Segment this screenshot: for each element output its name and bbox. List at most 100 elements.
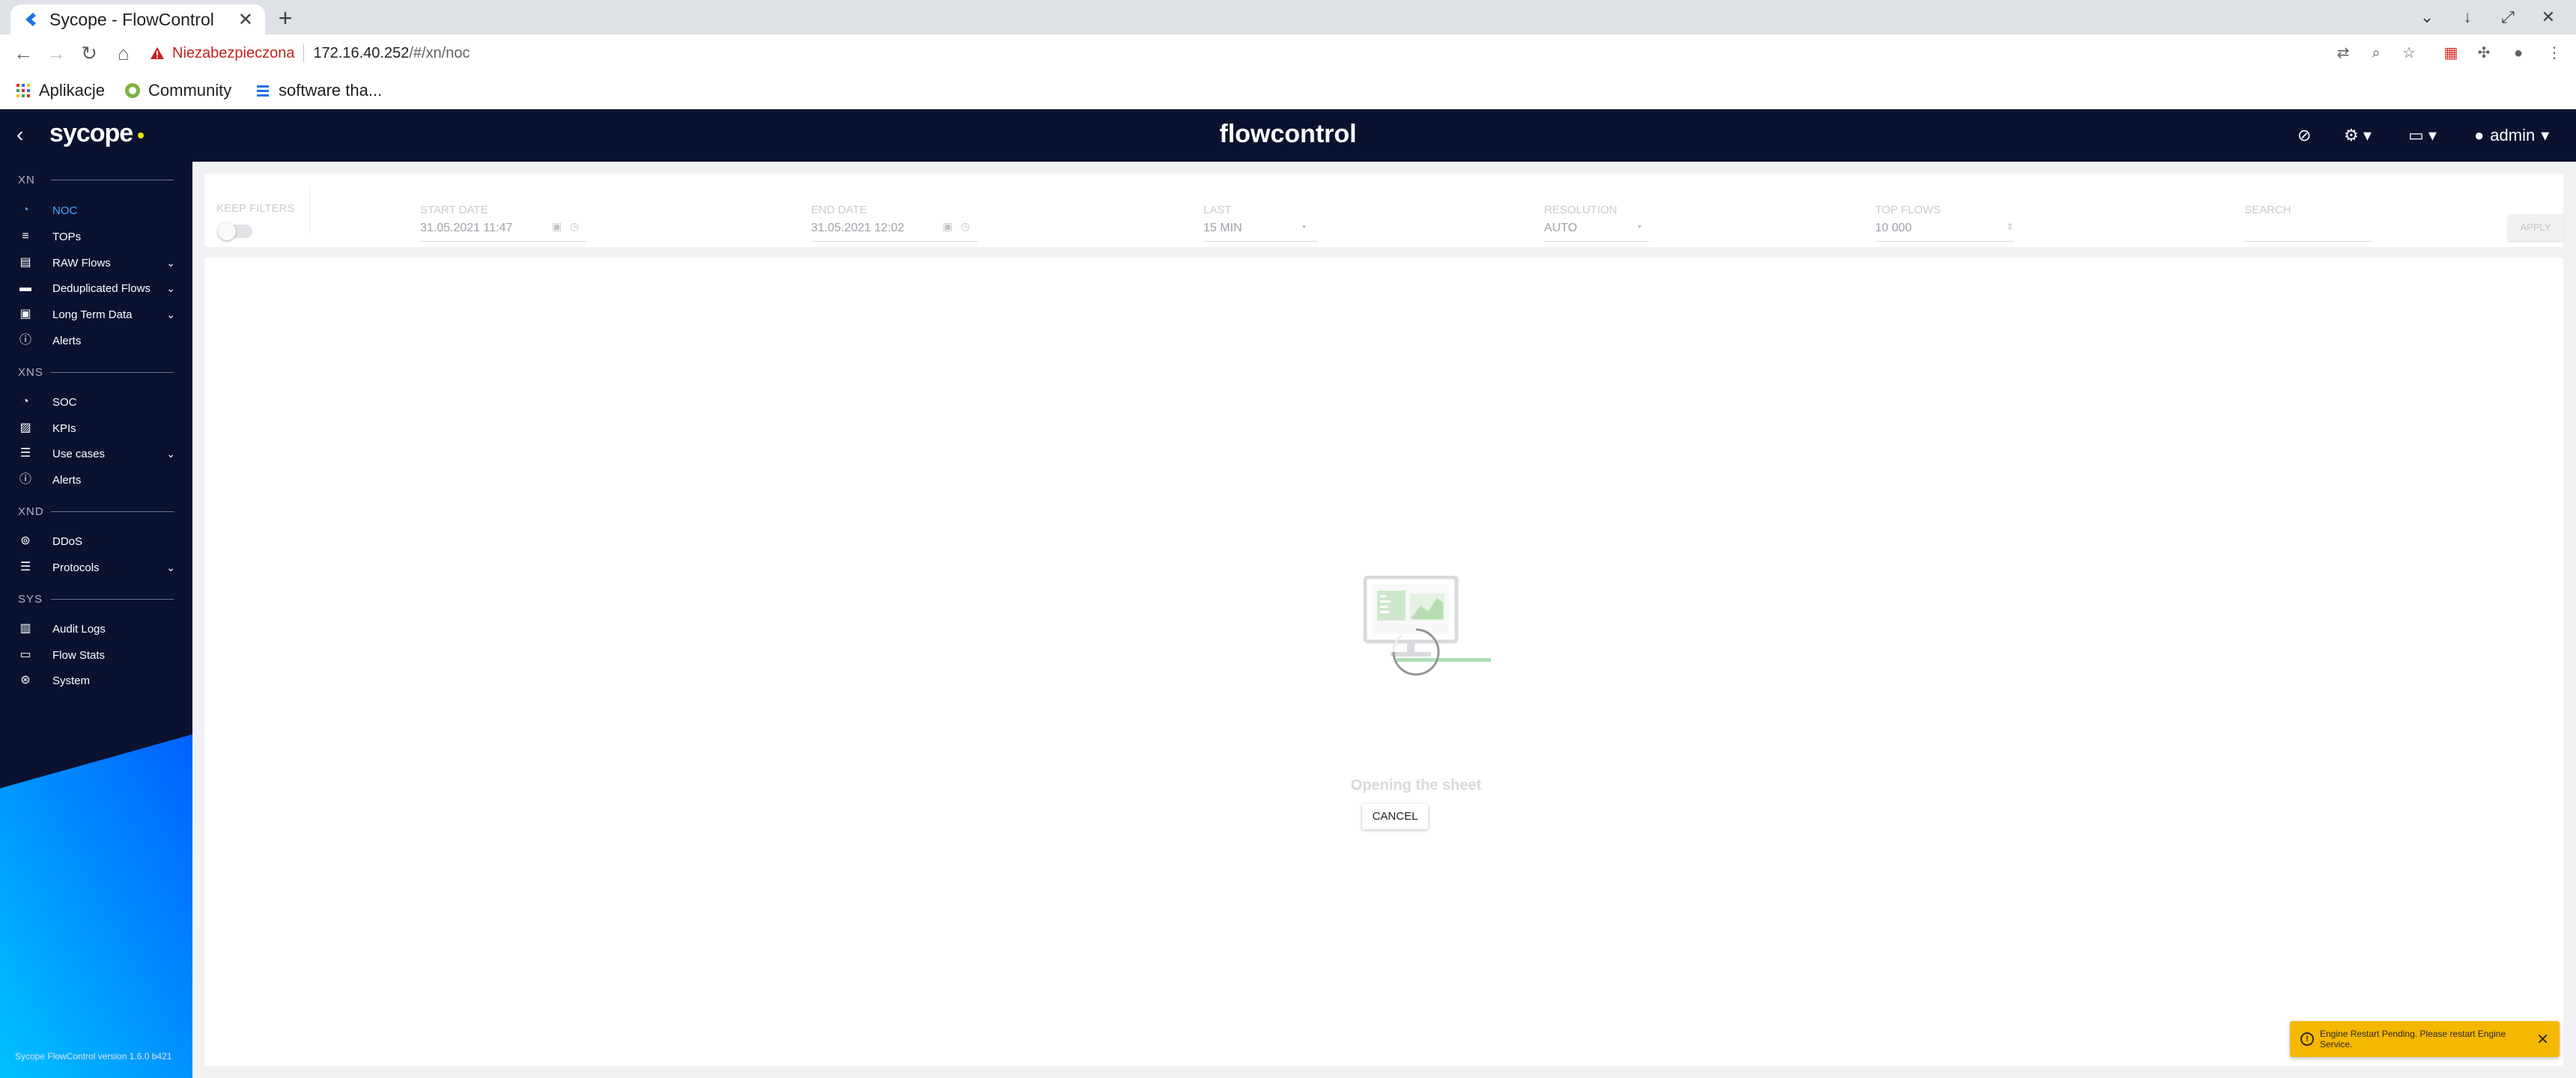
forward-icon[interactable]: → [43, 40, 69, 66]
chevron-down-icon[interactable]: ⌄ [166, 282, 175, 295]
sidebar-item-audit-logs[interactable]: ▥ Audit Logs [18, 618, 175, 640]
community-icon [125, 83, 140, 98]
user-menu[interactable]: ● admin ▾ [2474, 124, 2549, 147]
sycope-logo[interactable]: sycope [49, 119, 133, 148]
chevron-down-icon[interactable]: ⌄ [166, 257, 175, 270]
sidebar-item-label: RAW Flows [52, 256, 111, 270]
profile-icon[interactable]: ● [2507, 42, 2530, 64]
sidebar-item-label: DDoS [52, 535, 83, 548]
user-name: admin [2490, 126, 2536, 144]
menu-icon[interactable]: ⋮ [2543, 42, 2566, 64]
input-underline [1544, 241, 1649, 242]
alert-icon: ⓘ [19, 334, 31, 347]
tab-search-icon[interactable]: ⌄ [2416, 6, 2438, 28]
stepper-icon[interactable]: ⇕ [2006, 222, 2014, 232]
bookmark-community[interactable]: Community [124, 79, 231, 102]
sidebar-item-ddos[interactable]: ⊚ DDoS [18, 530, 175, 552]
settings-gear-icon[interactable]: ⚙ ▾ [2344, 124, 2372, 147]
bookmark-star-icon[interactable]: ☆ [2398, 42, 2420, 64]
sidebar-item-alerts[interactable]: ⓘ Alerts [18, 329, 175, 352]
sidebar-item-label: TOPs [52, 230, 82, 243]
sycope-favicon-icon [25, 13, 36, 26]
cancel-button[interactable]: CANCEL [1362, 804, 1428, 829]
sidebar-item-label: Audit Logs [52, 622, 106, 636]
input-underline [1203, 241, 1317, 242]
security-label[interactable]: Niezabezpieczona [172, 45, 294, 62]
loading-text: Opening the sheet [1350, 777, 1482, 794]
sidebar-item-tops[interactable]: ≡ TOPs [18, 225, 175, 248]
resolution-select[interactable]: AUTO [1544, 222, 1577, 235]
browser-tabbar: Sycope - FlowControl ✕ + ⌄ ↓ ⤢ ✕ [0, 0, 2576, 34]
sidebar-item-kpis[interactable]: ▨ KPIs [18, 417, 175, 439]
sidebar-item-label: Long Term Data [52, 308, 133, 321]
restore-window-icon[interactable]: ⤢ [2497, 6, 2519, 28]
close-tab-icon[interactable]: ✕ [238, 9, 253, 31]
sidebar-item-protocols[interactable]: ☰ Protocols ⌄ [18, 556, 175, 579]
sidebar-item-alerts-xns[interactable]: ⓘ Alerts [18, 469, 175, 491]
sidebar-item-flow-stats[interactable]: ▭ Flow Stats [18, 644, 175, 666]
sidebar-item-use-cases[interactable]: ☰ Use cases ⌄ [18, 442, 175, 465]
tab-title: Sycope - FlowControl [49, 9, 214, 29]
zoom-icon[interactable]: ⌕ [2365, 42, 2387, 64]
app-header: ‹ sycope flowcontrol ⊘ ⚙ ▾ ▭ ▾ ● admin ▾ [0, 109, 2576, 162]
notification-toast: ! Engine Restart Pending. Please restart… [2290, 1021, 2560, 1057]
monitor-chart-loader-icon [1363, 576, 1491, 676]
chevron-down-icon[interactable]: ⌄ [166, 448, 175, 460]
clock-icon[interactable]: ◷ [961, 220, 970, 233]
downloads-icon[interactable]: ↓ [2456, 6, 2479, 28]
back-icon[interactable]: ← [10, 40, 36, 66]
sidebar-item-system[interactable]: ⊛ System [18, 669, 175, 692]
calendar-icon: ▣ [19, 308, 31, 320]
sidebar-item-label: Flow Stats [52, 648, 106, 662]
table-icon: ▤ [19, 256, 31, 269]
sidebar-item-soc[interactable]: ◔ SOC [18, 391, 175, 413]
clock-icon[interactable]: ◷ [570, 220, 579, 233]
sidebar-item-long-term-data[interactable]: ▣ Long Term Data ⌄ [18, 303, 175, 326]
apply-button[interactable]: APPLY [2508, 214, 2563, 241]
chevron-down-icon[interactable]: ▾ [1638, 223, 1641, 231]
collapse-sidebar-icon[interactable]: ‹ [16, 123, 23, 147]
user-icon: ● [2474, 126, 2485, 144]
apps-grid-icon [16, 84, 30, 97]
last-select[interactable]: 15 MIN [1203, 222, 1242, 235]
calendar-icon[interactable]: ▣ [552, 220, 562, 233]
sidebar-item-deduplicated-flows[interactable]: ▬ Deduplicated Flows ⌄ [18, 277, 175, 299]
sidebar-item-label: SOC [52, 395, 77, 409]
close-toast-icon[interactable]: ✕ [2536, 1030, 2549, 1049]
top-flows-input[interactable]: 10 000 [1875, 222, 1912, 235]
chevron-down-icon[interactable]: ⌄ [166, 561, 175, 574]
calendar-icon[interactable]: ▣ [943, 220, 953, 233]
sidebar-item-label: KPIs [52, 421, 76, 435]
sidebar-item-raw-flows[interactable]: ▤ RAW Flows ⌄ [18, 252, 175, 274]
messages-icon[interactable]: ▭ ▾ [2408, 124, 2437, 147]
home-icon[interactable]: ⌂ [111, 40, 136, 66]
extension-icon[interactable]: ▦ [2440, 42, 2462, 64]
chevron-down-icon: ▾ [2541, 126, 2550, 144]
chevron-down-icon[interactable]: ▾ [1302, 223, 1306, 231]
bookmark-software[interactable]: software tha... [255, 79, 382, 102]
address-bar[interactable]: Niezabezpieczona 172.16.40.252 /#/xn/noc [150, 39, 2269, 67]
chevron-down-icon[interactable]: ⌄ [166, 308, 175, 321]
reload-icon[interactable]: ↻ [76, 40, 102, 66]
filter-bar: KEEP FILTERS START DATE 31.05.2021 11:47… [204, 174, 2563, 247]
filter-divider [309, 186, 310, 235]
dashboard-icon: ◔ [22, 204, 29, 216]
dashboard-icon: ◔ [22, 395, 29, 408]
new-tab-button[interactable]: + [273, 6, 298, 31]
keep-filters-toggle[interactable] [218, 222, 252, 240]
sidebar-item-label: Alerts [52, 334, 82, 347]
toast-message: Engine Restart Pending. Please restart E… [2320, 1029, 2506, 1050]
close-window-icon[interactable]: ✕ [2537, 6, 2560, 28]
input-underline [811, 241, 977, 242]
bookmark-apps[interactable]: Aplikacje [15, 79, 105, 102]
extensions-puzzle-icon[interactable]: ✣ [2473, 42, 2495, 64]
filter-off-icon[interactable]: ⊘ [2297, 124, 2311, 147]
start-date-input[interactable]: 31.05.2021 11:47 [420, 222, 512, 235]
input-underline [2244, 241, 2373, 242]
browser-tab[interactable]: Sycope - FlowControl ✕ [10, 4, 265, 34]
sidebar-item-noc[interactable]: ◔ NOC [18, 199, 175, 222]
log-icon: ▥ [19, 622, 31, 635]
list-icon: ☰ [19, 561, 31, 573]
end-date-input[interactable]: 31.05.2021 12:02 [811, 222, 905, 235]
translate-icon[interactable]: ⇄ [2332, 42, 2354, 64]
